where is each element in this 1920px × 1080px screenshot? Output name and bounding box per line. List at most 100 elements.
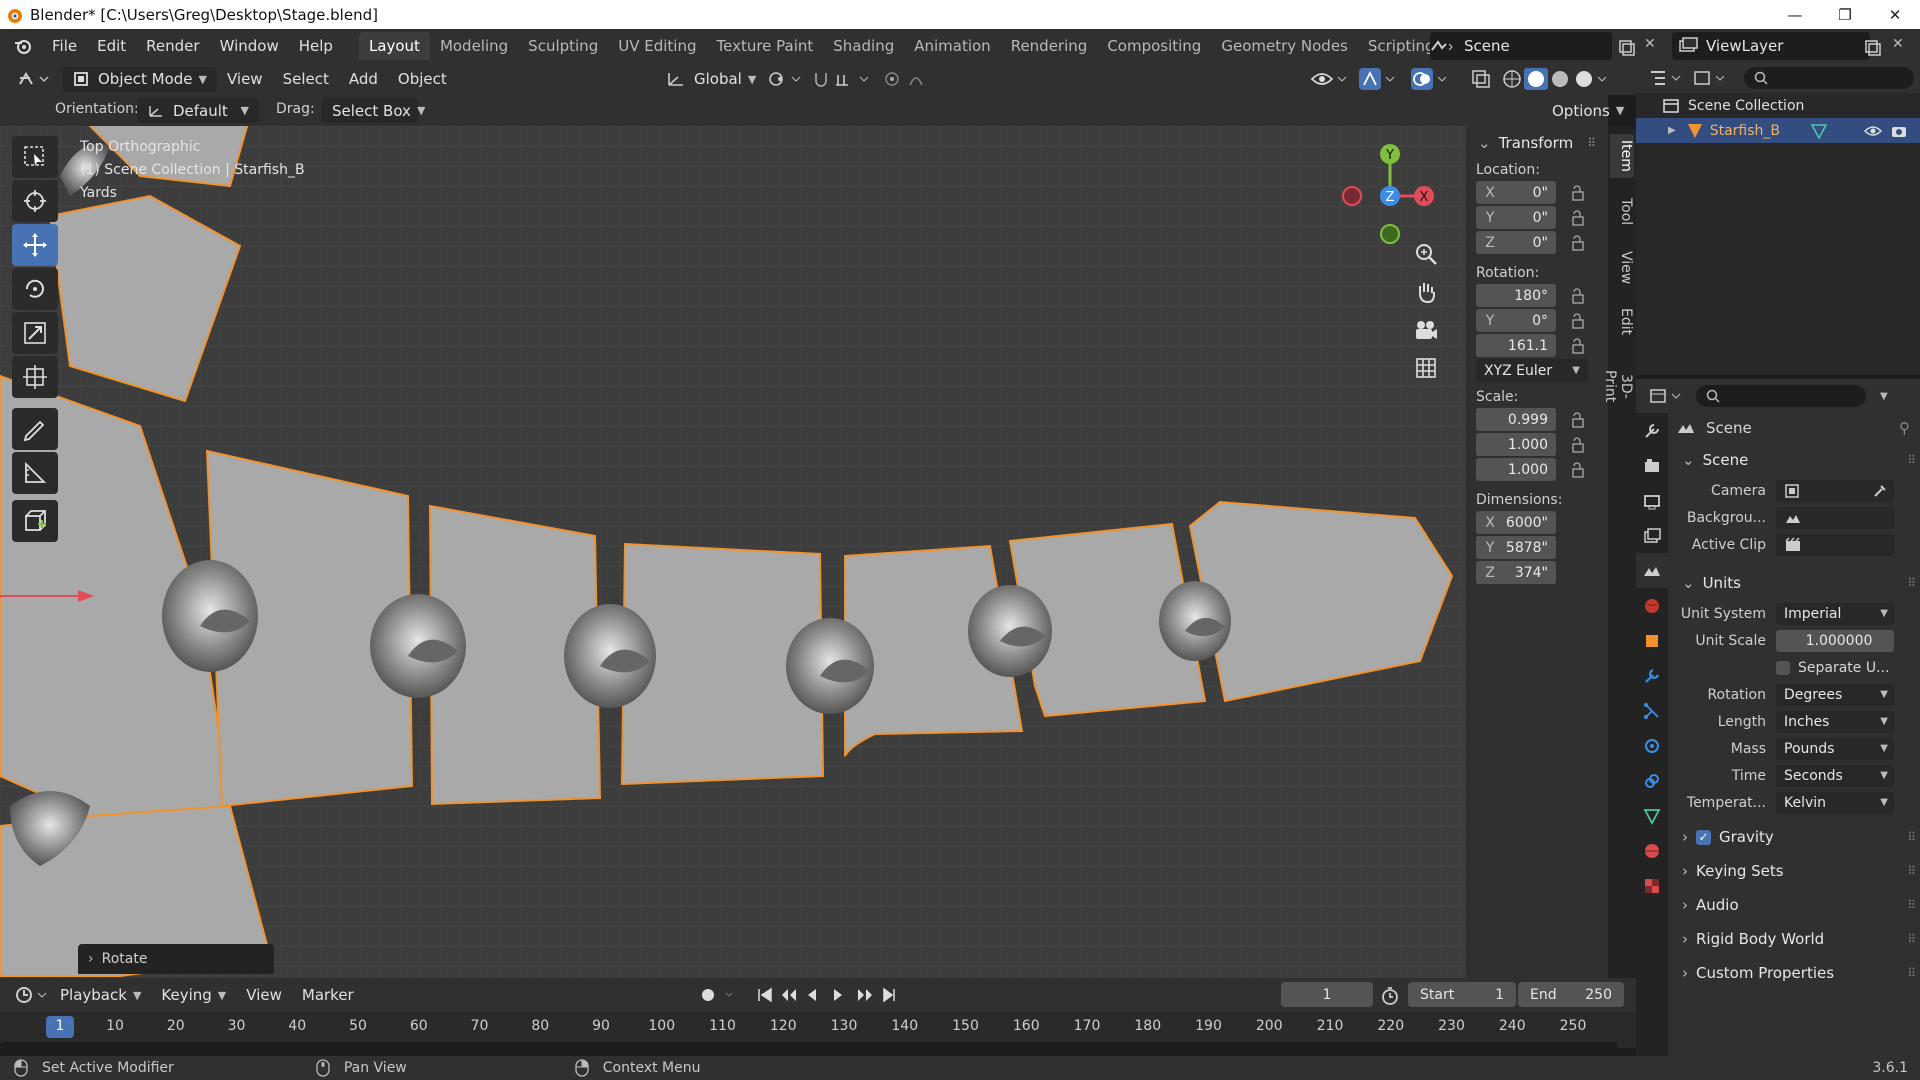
record-icon[interactable] <box>700 987 740 1003</box>
rotation-z-field[interactable]: 161.1 <box>1476 334 1556 357</box>
ortho-grid-icon[interactable] <box>1408 350 1444 386</box>
timeline-view-menu[interactable]: View <box>236 986 292 1004</box>
outliner-scene-collection[interactable]: Scene Collection <box>1636 93 1920 118</box>
start-frame-field[interactable]: Start 1 <box>1408 982 1516 1007</box>
texture-tab-icon[interactable] <box>1636 868 1668 903</box>
delete-view-layer-icon[interactable]: ✕ <box>1892 36 1904 52</box>
audio-section-header[interactable]: › Audio ⠿ <box>1676 888 1916 922</box>
xray-toggle-icon[interactable] <box>1470 68 1492 90</box>
starfish-mesh[interactable] <box>0 126 1466 978</box>
material-tab-icon[interactable] <box>1636 833 1668 868</box>
tab-edit[interactable]: Edit <box>1610 300 1634 344</box>
length-units-dropdown[interactable]: Inches ▼ <box>1776 710 1894 733</box>
playback-menu[interactable]: Playback ▼ <box>50 983 151 1008</box>
view-layer-tab-icon[interactable] <box>1636 518 1668 553</box>
minimize-button[interactable]: — <box>1770 0 1820 29</box>
transform-orientation-dropdown[interactable]: Global ▼ <box>656 67 766 92</box>
data-tab-icon[interactable] <box>1636 798 1668 833</box>
timeline-ruler[interactable]: 1 10 20 30 40 50 60 70 80 90 100 110 120 130 140 150 160… <box>0 1012 1636 1048</box>
transform-tool[interactable] <box>12 356 58 398</box>
rotation-mode-dropdown[interactable]: XYZ Euler ▼ <box>1476 359 1588 382</box>
eyedropper-icon[interactable] <box>1872 483 1888 499</box>
pin-icon[interactable]: ⚲ <box>1899 419 1910 437</box>
3d-viewport[interactable]: Top Orthographic (1) Scene Collection | … <box>0 126 1608 978</box>
active-clip-field[interactable] <box>1776 533 1894 556</box>
scene-selector[interactable]: Scene <box>1430 32 1612 60</box>
mode-dropdown[interactable]: Object Mode ▼ <box>62 66 217 92</box>
units-section-header[interactable]: ⌄ Units ⠿ <box>1676 566 1916 600</box>
orientation-default-dropdown[interactable]: Default ▼ <box>137 98 259 123</box>
menu-help[interactable]: Help <box>289 37 343 55</box>
lock-icon[interactable] <box>1568 336 1588 356</box>
transform-header[interactable]: ⌄ Transform ⠿ <box>1466 126 1608 160</box>
menu-window[interactable]: Window <box>210 37 289 55</box>
location-z-field[interactable]: Z 0" <box>1476 231 1556 254</box>
mesh-data-icon[interactable] <box>1810 122 1828 140</box>
drag-select-box-dropdown[interactable]: Select Box ▼ <box>322 98 425 123</box>
drag-handle-icon[interactable]: ⠿ <box>1907 453 1916 467</box>
rigid-body-world-section-header[interactable]: › Rigid Body World ⠿ <box>1676 922 1916 956</box>
viewport-menu-select[interactable]: Select <box>273 70 339 88</box>
rotate-tool[interactable] <box>12 268 58 310</box>
drag-handle-icon[interactable]: ⠿ <box>1587 136 1596 150</box>
end-frame-field[interactable]: End 250 <box>1518 982 1624 1007</box>
tab-tool[interactable]: Tool <box>1610 190 1634 234</box>
lock-icon[interactable] <box>1568 460 1588 480</box>
separate-units-checkbox[interactable]: Separate U... <box>1776 660 1889 676</box>
scale-z-field[interactable]: 1.000 <box>1476 458 1556 481</box>
tab-item[interactable]: Item <box>1610 134 1634 178</box>
expand-arrow-icon[interactable]: ▶ <box>1668 125 1676 136</box>
tab-compositing[interactable]: Compositing <box>1097 32 1211 60</box>
modifier-tab-icon[interactable] <box>1636 658 1668 693</box>
menu-edit[interactable]: Edit <box>87 37 136 55</box>
select-box-tool[interactable] <box>12 136 58 178</box>
render-tab-icon[interactable] <box>1636 448 1668 483</box>
outliner-search-input[interactable] <box>1744 67 1914 89</box>
world-tab-icon[interactable] <box>1636 588 1668 623</box>
camera-render-icon[interactable] <box>1890 123 1908 139</box>
cursor-tool[interactable] <box>12 180 58 222</box>
measure-tool[interactable] <box>12 452 58 494</box>
pan-hand-icon[interactable] <box>1408 274 1444 310</box>
timeline-marker-menu[interactable]: Marker <box>292 986 364 1004</box>
close-button[interactable]: ✕ <box>1870 0 1920 29</box>
drag-handle-icon[interactable]: ⠿ <box>1907 932 1916 946</box>
tab-geometry-nodes[interactable]: Geometry Nodes <box>1211 32 1358 60</box>
unit-scale-field[interactable]: 1.000000 <box>1776 629 1894 652</box>
drag-handle-icon[interactable]: ⠿ <box>1907 966 1916 980</box>
lock-icon[interactable] <box>1568 410 1588 430</box>
outliner-editor-icon[interactable] <box>1648 68 1682 88</box>
eye-icon[interactable] <box>1864 123 1883 139</box>
editor-type-icon[interactable] <box>16 68 50 90</box>
scale-tool[interactable] <box>12 312 58 354</box>
outliner-starfish-b[interactable]: ▶ Starfish_B <box>1636 118 1920 143</box>
custom-properties-section-header[interactable]: › Custom Properties ⠿ <box>1676 956 1916 990</box>
temperature-units-dropdown[interactable]: Kelvin ▼ <box>1776 791 1894 814</box>
scene-tab-icon[interactable] <box>1636 553 1668 588</box>
chevron-down-icon[interactable]: ▼ <box>1880 391 1888 402</box>
tab-modeling[interactable]: Modeling <box>430 32 518 60</box>
current-frame-field[interactable]: 1 <box>1281 982 1373 1007</box>
viewport-menu-object[interactable]: Object <box>388 70 457 88</box>
dimension-z-field[interactable]: Z 374" <box>1476 561 1556 584</box>
lock-icon[interactable] <box>1568 311 1588 331</box>
scale-x-field[interactable]: 0.999 <box>1476 408 1556 431</box>
tab-sculpting[interactable]: Sculpting <box>518 32 608 60</box>
rotation-x-field[interactable]: 180° <box>1476 284 1556 307</box>
stopwatch-icon[interactable] <box>1380 986 1400 1006</box>
lock-icon[interactable] <box>1568 208 1588 228</box>
new-view-layer-icon[interactable] <box>1863 38 1881 56</box>
time-units-dropdown[interactable]: Seconds ▼ <box>1776 764 1894 787</box>
lock-icon[interactable] <box>1568 286 1588 306</box>
drag-handle-icon[interactable]: ⠿ <box>1907 830 1916 844</box>
tool-tab-icon[interactable] <box>1636 413 1668 448</box>
viewport-menu-view[interactable]: View <box>217 70 273 88</box>
properties-editor-icon[interactable] <box>1648 386 1682 406</box>
tab-layout[interactable]: Layout <box>358 32 430 60</box>
menu-file[interactable]: File <box>42 37 87 55</box>
tab-shading[interactable]: Shading <box>823 32 904 60</box>
last-operator-panel[interactable]: › Rotate <box>78 944 274 974</box>
drag-handle-icon[interactable]: ⠿ <box>1907 898 1916 912</box>
rotation-units-dropdown[interactable]: Degrees ▼ <box>1776 683 1894 706</box>
view-layer-selector[interactable]: ViewLayer <box>1672 32 1870 60</box>
